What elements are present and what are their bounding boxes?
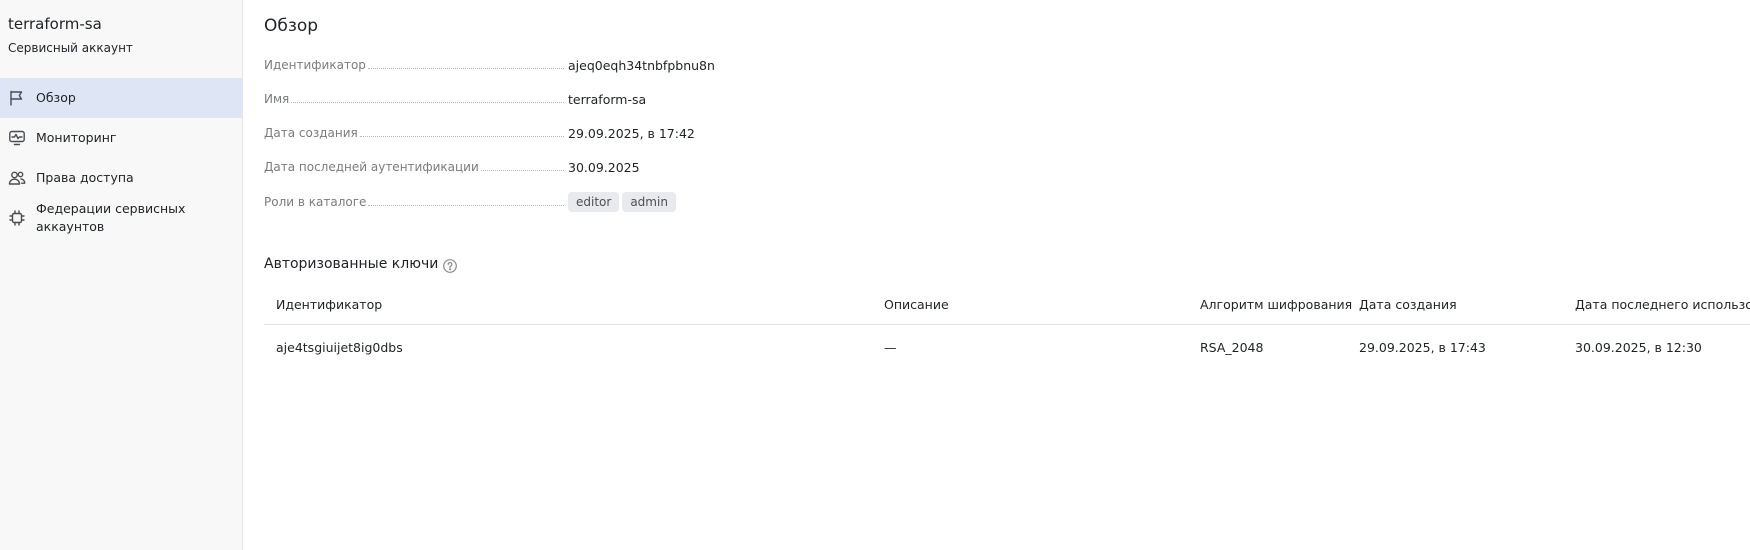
- sidebar-item-label: Федерации сервисных аккаунтов: [36, 201, 186, 234]
- property-last-auth: Дата последней аутентификации 30.09.2025: [264, 160, 864, 180]
- users-icon: [8, 169, 26, 187]
- page-title: Обзор: [264, 16, 319, 36]
- main-content: Обзор Идентификатор ajeq0eqh34tnbfpbnu8n…: [264, 0, 1750, 550]
- property-roles: Роли в каталоге editor admin: [264, 192, 864, 215]
- flag-icon: [8, 89, 26, 107]
- cell-last-used: 30.09.2025, в 12:30: [1575, 340, 1702, 355]
- property-id: Идентификатор ajeq0eqh34tnbfpbnu8n: [264, 58, 864, 78]
- cell-created: 29.09.2025, в 17:43: [1359, 340, 1486, 355]
- question-circle-icon[interactable]: [442, 258, 458, 274]
- service-account-title: terraform-sa: [8, 15, 102, 33]
- property-label: Дата создания: [264, 126, 564, 140]
- chip-icon: [8, 209, 26, 227]
- sidebar-item-label: Права доступа: [36, 170, 134, 185]
- property-value[interactable]: ajeq0eqh34tnbfpbnu8n: [568, 58, 715, 73]
- sidebar-item-label: Мониторинг: [36, 130, 117, 145]
- column-header-created[interactable]: Дата создания: [1359, 297, 1457, 312]
- service-account-subtitle: Сервисный аккаунт: [8, 41, 133, 55]
- column-header-description[interactable]: Описание: [884, 297, 949, 312]
- column-header-last-used[interactable]: Дата последнего использова: [1575, 297, 1750, 312]
- property-value: terraform-sa: [568, 92, 647, 107]
- cell-key-id[interactable]: aje4tsgiuijet8ig0dbs: [276, 340, 403, 355]
- property-label: Имя: [264, 92, 564, 106]
- sidebar: terraform-sa Сервисный аккаунт Обзор Мон…: [0, 0, 243, 550]
- property-name: Имя terraform-sa: [264, 92, 864, 112]
- sidebar-item-label: Обзор: [36, 90, 76, 105]
- sidebar-item-monitoring[interactable]: Мониторинг: [0, 118, 242, 158]
- column-header-algorithm[interactable]: Алгоритм шифрования: [1200, 297, 1352, 312]
- property-label: Дата последней аутентификации: [264, 160, 564, 174]
- role-tag[interactable]: admin: [622, 192, 676, 212]
- roles-tags: editor admin: [568, 192, 679, 212]
- cell-description: —: [884, 340, 897, 355]
- property-value: 30.09.2025: [568, 160, 640, 175]
- column-header-id[interactable]: Идентификатор: [276, 297, 382, 312]
- monitor-icon: [8, 129, 26, 147]
- sidebar-item-federations[interactable]: Федерации сервисных аккаунтов: [0, 198, 242, 242]
- role-tag[interactable]: editor: [568, 192, 620, 212]
- keys-section-title: Авторизованные ключи: [264, 256, 439, 272]
- sidebar-item-access-rights[interactable]: Права доступа: [0, 158, 242, 198]
- property-value: 29.09.2025, в 17:42: [568, 126, 695, 141]
- cell-algorithm: RSA_2048: [1200, 340, 1264, 355]
- table-divider: [264, 324, 1750, 325]
- property-label: Роли в каталоге: [264, 195, 564, 209]
- sidebar-item-overview[interactable]: Обзор: [0, 78, 242, 118]
- property-created: Дата создания 29.09.2025, в 17:42: [264, 126, 864, 146]
- property-label: Идентификатор: [264, 58, 564, 72]
